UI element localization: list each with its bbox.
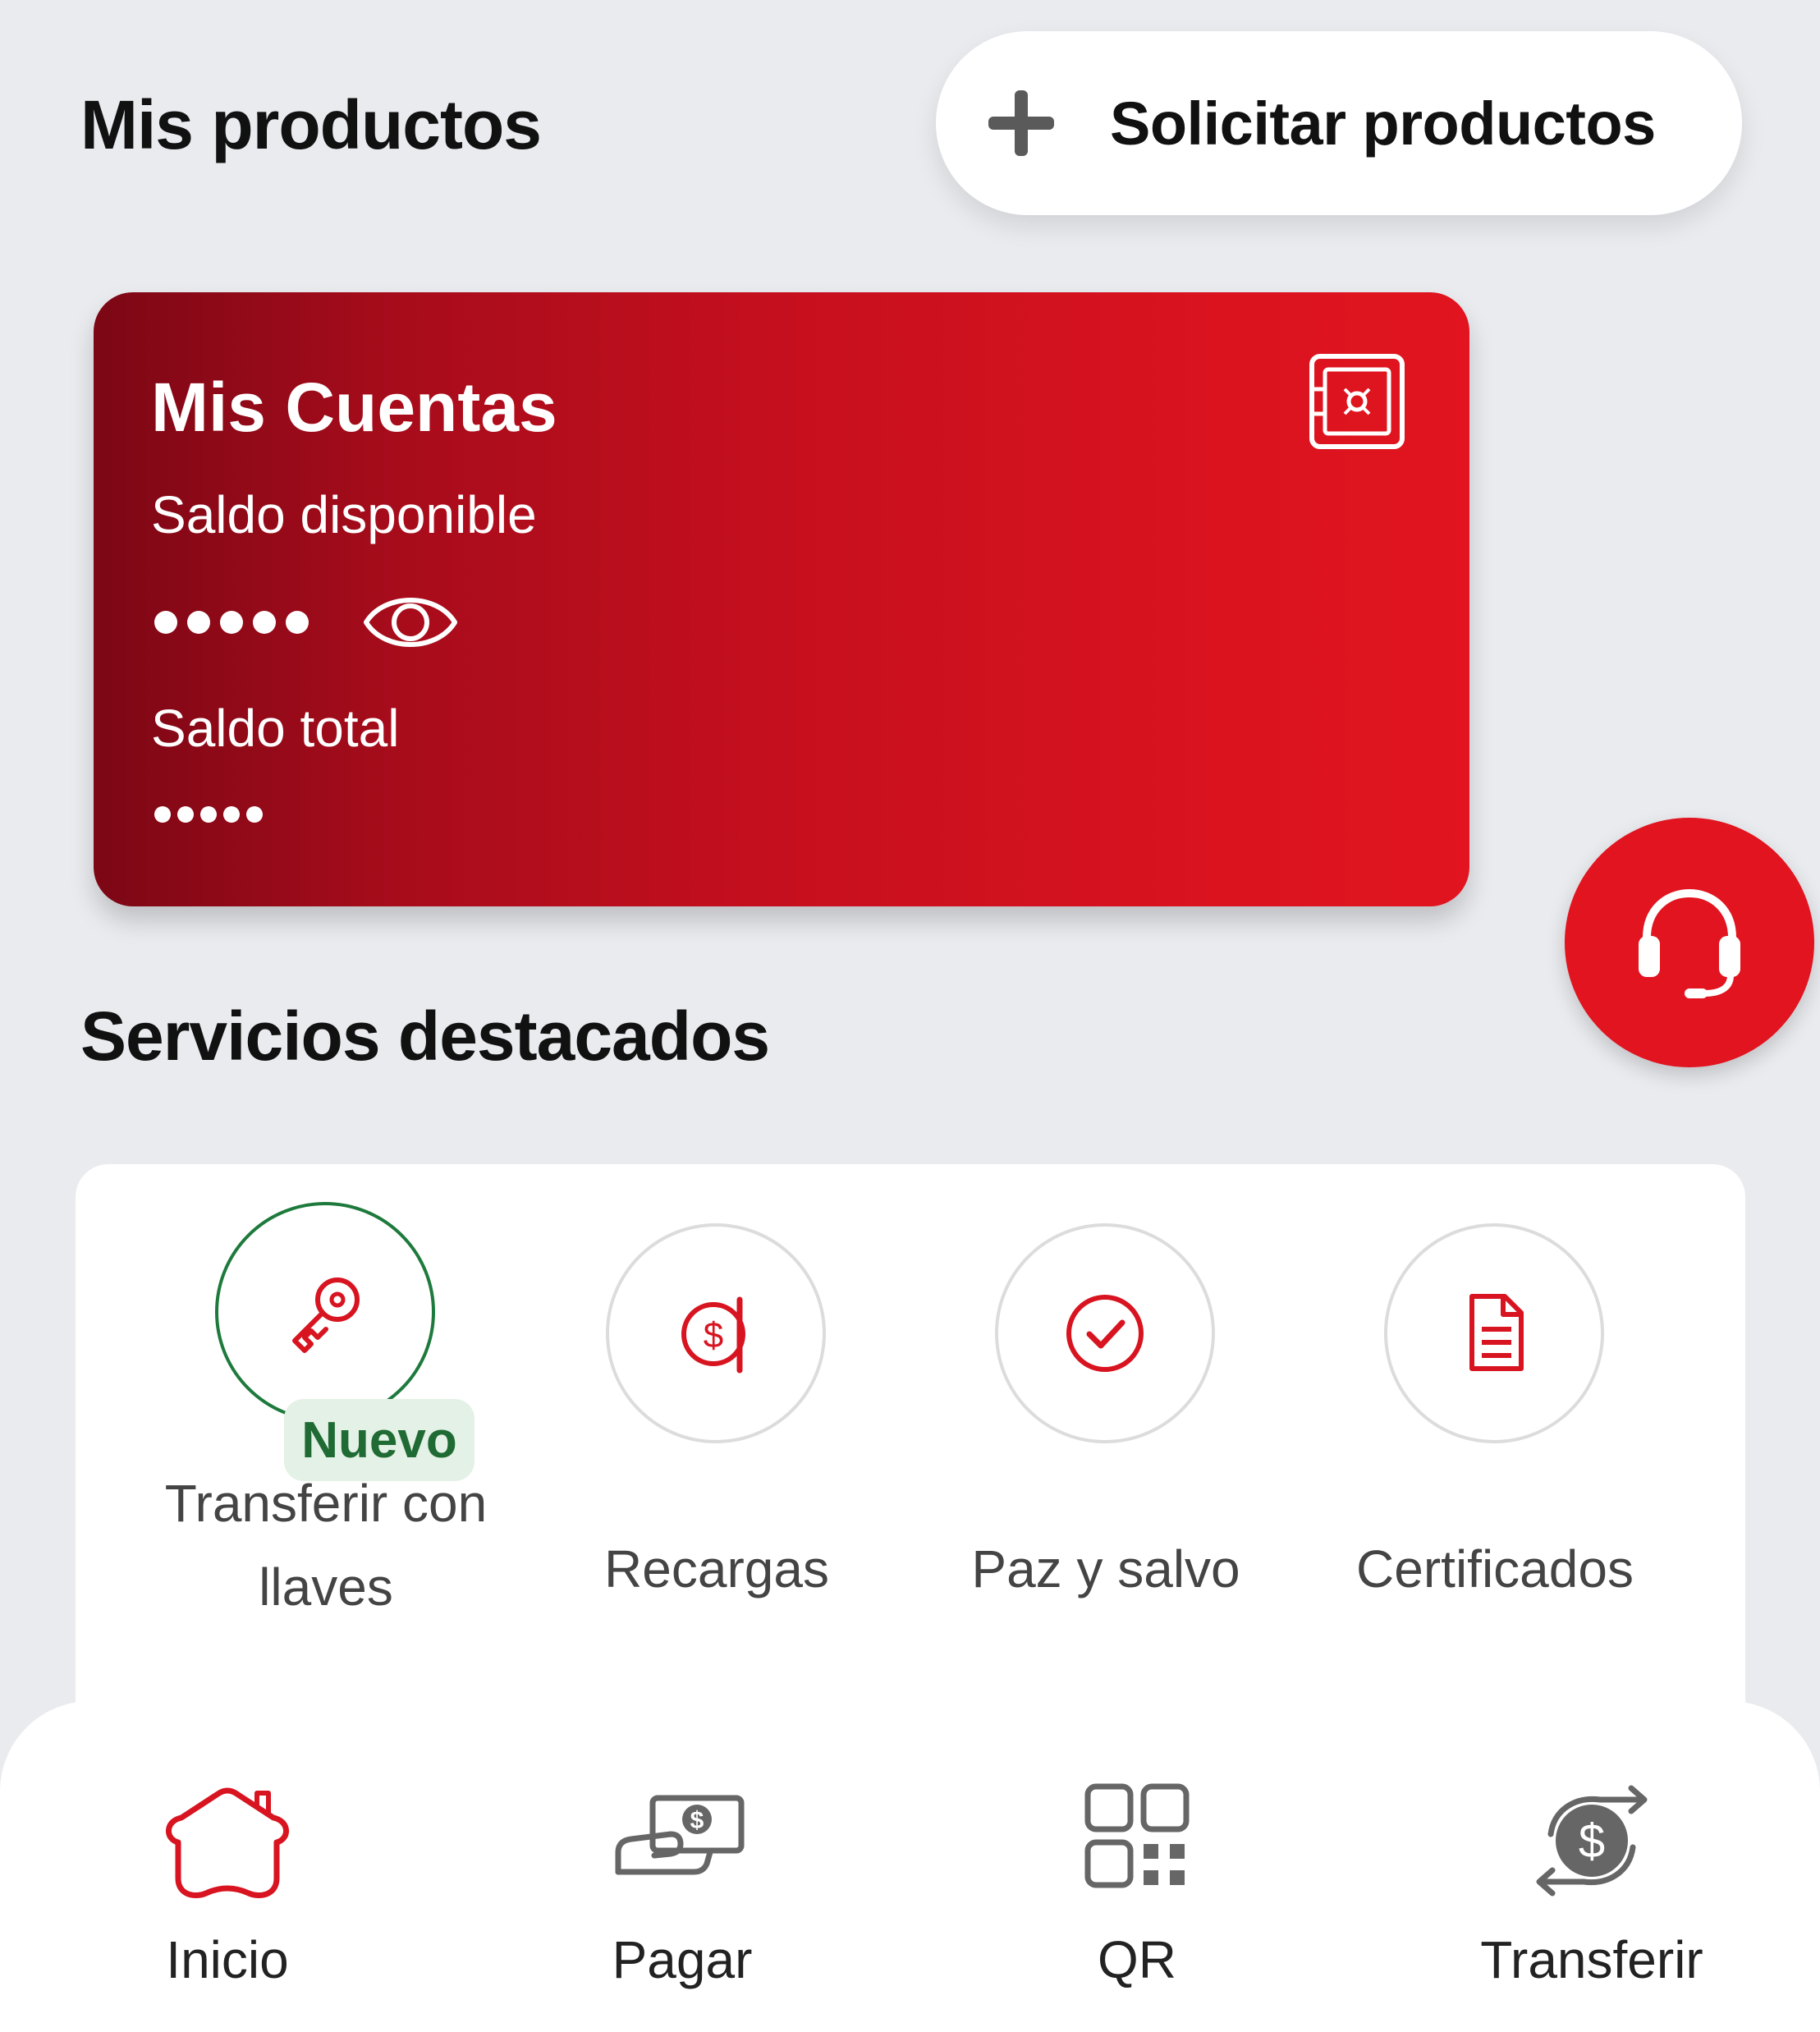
total-balance-label: Saldo total (151, 699, 400, 758)
services-card: Nuevo Transferir con llaves $ Recargas P… (76, 1164, 1745, 1755)
service-label: Recargas (604, 1539, 829, 1599)
svg-text:$: $ (1579, 1814, 1605, 1868)
nav-label: QR (1098, 1930, 1176, 1989)
services-title: Servicios destacados (80, 998, 770, 1075)
service-icon-circle (1384, 1223, 1604, 1443)
bottom-navigation: Inicio $ Pagar QR $ Transferir (0, 1701, 1820, 2032)
nav-label: Inicio (166, 1930, 289, 1989)
nav-label: Pagar (612, 1930, 753, 1989)
service-icon-circle: $ (606, 1223, 826, 1443)
request-products-label: Solicitar productos (1110, 89, 1656, 158)
total-balance-hidden (154, 806, 263, 823)
service-icon-circle (215, 1202, 435, 1422)
available-balance-label: Saldo disponible (151, 485, 537, 544)
support-button[interactable] (1565, 818, 1814, 1067)
key-icon (292, 1277, 360, 1353)
accounts-card[interactable]: Mis Cuentas Saldo disponible ••••• Saldo… (94, 292, 1469, 906)
service-label: Certificados (1356, 1539, 1634, 1599)
request-products-button[interactable]: Solicitar productos (936, 31, 1742, 215)
plus-icon (988, 90, 1054, 156)
service-icon-circle (995, 1223, 1215, 1443)
pay-icon: $ (615, 1795, 745, 1875)
service-label: Paz y salvo (971, 1539, 1240, 1599)
home-icon (166, 1787, 289, 1899)
svg-text:$: $ (704, 1315, 723, 1355)
nav-label: Transferir (1480, 1930, 1703, 1989)
safe-icon (1309, 354, 1405, 449)
transfer-icon: $ (1536, 1785, 1648, 1897)
svg-text:$: $ (690, 1807, 704, 1834)
qr-icon (1084, 1783, 1190, 1888)
page-title: Mis productos (80, 86, 542, 163)
eye-icon[interactable] (361, 581, 460, 663)
service-label: Transferir con llaves (164, 1474, 488, 1617)
recharge-icon: $ (681, 1296, 745, 1374)
document-icon (1469, 1294, 1524, 1371)
card-title: Mis Cuentas (151, 369, 557, 446)
headset-icon (1639, 888, 1740, 998)
check-circle-icon (1066, 1295, 1144, 1372)
available-balance-hidden (154, 611, 309, 634)
